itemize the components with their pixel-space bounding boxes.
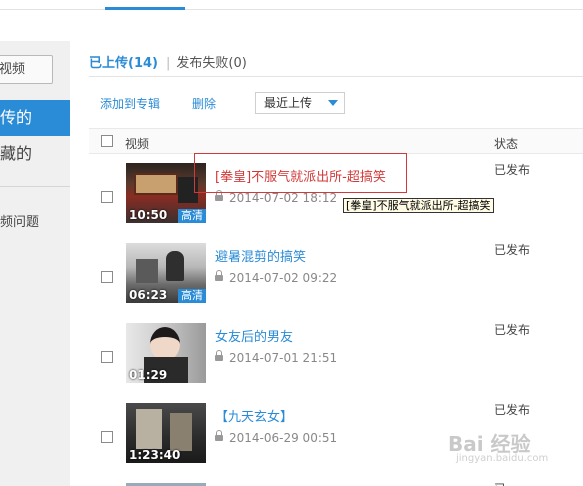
table-row: 01:29 女友后的男友 2014-07-01 21:51 已发布	[89, 320, 583, 400]
sidebar: 视频 传的 藏的 频问题	[0, 41, 70, 486]
video-meta: 2014-06-29 00:51	[215, 430, 338, 445]
video-thumbnail[interactable]: 01:29	[126, 323, 206, 383]
table-row: 06:23 高清 避暑混剪的搞笑 2014-07-02 09:22 已发布	[89, 240, 583, 320]
status-badge: 已发布	[494, 403, 531, 417]
video-title-link[interactable]: 避暑混剪的搞笑	[215, 246, 306, 265]
sidebar-item-my-favorites[interactable]: 藏的	[0, 136, 70, 172]
hd-badge: 高清	[178, 209, 206, 223]
table-header: 视频 状态	[89, 128, 583, 154]
video-duration: 06:23	[129, 288, 168, 302]
add-to-album-button[interactable]: 添加到专辑	[100, 95, 160, 112]
tabs-divider	[89, 76, 583, 77]
row-checkbox[interactable]	[101, 351, 113, 363]
sidebar-item-faq[interactable]: 频问题	[0, 211, 39, 230]
video-date: 2014-07-02 09:22	[229, 271, 338, 285]
video-thumbnail[interactable]: 06:23 高清	[126, 243, 206, 303]
lock-icon	[215, 190, 223, 201]
sort-dropdown[interactable]: 最近上传	[255, 92, 345, 114]
video-date: 2014-07-02 18:12	[229, 191, 338, 205]
column-header-status: 状态	[494, 137, 519, 151]
chevron-down-icon	[328, 100, 338, 106]
video-duration: 01:29	[129, 368, 168, 382]
delete-button[interactable]: 删除	[192, 95, 216, 112]
sidebar-item-my-uploads[interactable]: 传的	[0, 100, 70, 136]
lock-icon	[215, 270, 223, 281]
status-badge: 已发布	[494, 243, 531, 257]
status-badge: 已发布	[494, 323, 531, 337]
sidebar-item-label: 传的	[0, 108, 33, 127]
sort-dropdown-value: 最近上传	[264, 96, 313, 110]
sidebar-divider	[0, 186, 70, 187]
video-thumbnail[interactable]: 1:23:40	[126, 403, 206, 463]
video-title-link[interactable]: 女友后的男友	[215, 326, 293, 345]
top-tab-divider	[0, 9, 583, 10]
video-duration: 10:50	[129, 208, 168, 222]
row-checkbox[interactable]	[101, 191, 113, 203]
row-checkbox[interactable]	[101, 431, 113, 443]
video-date: 2014-06-29 00:51	[229, 431, 338, 445]
video-meta: 2014-07-01 21:51	[215, 350, 338, 365]
sidebar-item-label: 藏的	[0, 144, 33, 163]
title-tooltip: [拳皇]不服气就派出所-超搞笑	[343, 198, 494, 213]
row-checkbox[interactable]	[101, 271, 113, 283]
tab-publish-failed[interactable]: 发布失败(0)	[176, 56, 246, 71]
video-title-link[interactable]: 【九天玄女】	[215, 406, 293, 425]
hd-badge: 高清	[178, 289, 206, 303]
video-date: 2014-07-01 21:51	[229, 351, 338, 365]
sidebar-upload-video-button[interactable]: 视频	[0, 55, 53, 84]
upload-tabs: 已上传(14) | 发布失败(0)	[89, 52, 247, 71]
annotation-highlight-box	[194, 153, 407, 193]
video-meta: 2014-07-02 09:22	[215, 270, 338, 285]
tab-separator: |	[165, 56, 171, 71]
status-badge-partial: 已	[494, 480, 506, 486]
select-all-checkbox[interactable]	[101, 135, 113, 147]
watermark-url: jingyan.baidu.com	[456, 453, 549, 464]
column-header-video: 视频	[125, 137, 150, 151]
video-meta: 2014-07-02 18:12	[215, 190, 338, 205]
top-tab-active-indicator	[105, 7, 185, 10]
lock-icon	[215, 350, 223, 361]
status-badge: 已发布	[494, 163, 531, 177]
tab-uploaded[interactable]: 已上传(14)	[89, 56, 158, 71]
lock-icon	[215, 430, 223, 441]
video-duration: 1:23:40	[129, 448, 181, 462]
